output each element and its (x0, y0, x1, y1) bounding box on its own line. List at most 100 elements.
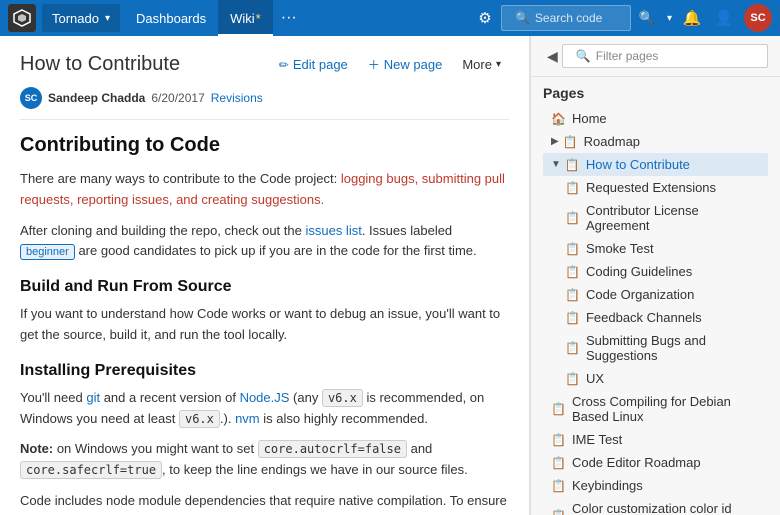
final-para: Code includes node module dependencies t… (20, 491, 509, 515)
article-main-heading: Contributing to Code (20, 134, 509, 157)
beginner-badge: beginner (20, 244, 75, 260)
intro-static: There are many ways to contribute to the… (20, 171, 341, 186)
sidebar-item-ux[interactable]: 📋 UX (543, 367, 768, 390)
project-name: Tornado (52, 11, 99, 26)
roadmap-page-icon: 📋 (563, 135, 578, 149)
sidebar-item-label: Roadmap (584, 134, 640, 149)
sidebar-item-feedback-channels[interactable]: 📋 Feedback Channels (543, 306, 768, 329)
edit-icon: ✏ (279, 58, 289, 72)
search-icon: 🔍 (515, 11, 530, 25)
sidebar-item-label: Coding Guidelines (586, 264, 692, 279)
wiki-modified-indicator: * (256, 11, 261, 26)
revisions-link[interactable]: Revisions (211, 91, 263, 105)
project-selector[interactable]: Tornado ▾ (42, 4, 120, 32)
sidebar-item-label: Code Editor Roadmap (572, 455, 701, 470)
top-nav: Tornado ▾ Dashboards Wiki* ··· ⚙ 🔍 Searc… (0, 0, 780, 36)
sidebar-item-code-editor-roadmap[interactable]: 📋 Code Editor Roadmap (543, 451, 768, 474)
git-link[interactable]: git (86, 390, 100, 405)
sidebar-item-label: Contributor License Agreement (586, 203, 760, 233)
prereq-para: You'll need git and a recent version of … (20, 388, 509, 430)
tab-dashboards[interactable]: Dashboards (124, 0, 218, 36)
more-button[interactable]: More ▾ (454, 53, 509, 76)
pages-title: Pages (543, 85, 768, 101)
nodejs-link[interactable]: Node.JS (240, 390, 290, 405)
pages-section: Pages 🏠 Home ▶ 📋 Roadmap ▼ 📋 How to Cont… (531, 77, 780, 515)
build-para: If you want to understand how Code works… (20, 304, 509, 346)
settings-button[interactable]: ⚙ (469, 2, 501, 34)
sidebar-item-roadmap[interactable]: ▶ 📋 Roadmap (543, 130, 768, 153)
contribute-chevron-icon: ▼ (551, 159, 561, 170)
home-icon: 🏠 (551, 112, 566, 126)
smoke-test-page-icon: 📋 (565, 242, 580, 256)
ime-test-page-icon: 📋 (551, 433, 566, 447)
roadmap-chevron-icon: ▶ (551, 136, 559, 147)
sidebar-item-label: Submitting Bugs and Suggestions (586, 333, 760, 363)
sidebar-item-label: Home (572, 111, 607, 126)
add-icon: ＋ (368, 56, 380, 73)
sidebar-item-label: UX (586, 371, 604, 386)
filter-search-icon: 🔍 (576, 49, 591, 63)
build-heading: Build and Run From Source (20, 278, 509, 296)
sidebar-item-code-organization[interactable]: 📋 Code Organization (543, 283, 768, 306)
new-page-button[interactable]: ＋ New page (360, 52, 451, 77)
sidebar-item-keybindings[interactable]: 📋 Keybindings (543, 474, 768, 497)
search-code-box[interactable]: 🔍 Search code (501, 5, 631, 31)
sidebar-item-label: Code Organization (586, 287, 694, 302)
search-expand-button[interactable]: 🔍 (631, 2, 663, 34)
cross-compile-page-icon: 📋 (551, 402, 566, 416)
prereq-heading: Installing Prerequisites (20, 362, 509, 380)
sidebar-item-label: Feedback Channels (586, 310, 702, 325)
nvm-link[interactable]: nvm (235, 411, 260, 426)
sidebar-item-requested-extensions[interactable]: 📋 Requested Extensions (543, 176, 768, 199)
app-logo[interactable] (8, 4, 36, 32)
author-line: SC Sandeep Chadda 6/20/2017 Revisions (20, 87, 509, 120)
contribute-page-icon: 📋 (565, 158, 580, 172)
article-intro: There are many ways to contribute to the… (20, 169, 509, 211)
sidebar-item-contributor-license[interactable]: 📋 Contributor License Agreement (543, 199, 768, 237)
code-org-page-icon: 📋 (565, 288, 580, 302)
color-custom-page-icon: 📋 (551, 509, 566, 515)
sidebar-item-label: Requested Extensions (586, 180, 716, 195)
filter-placeholder: Filter pages (596, 49, 659, 63)
sidebar-item-label: Smoke Test (586, 241, 654, 256)
page-actions: ✏ Edit page ＋ New page More ▾ (271, 52, 509, 77)
req-ext-page-icon: 📋 (565, 181, 580, 195)
sidebar-collapse-button[interactable]: ◀ (543, 46, 562, 67)
v6x-min-code: v6.x (179, 410, 220, 428)
sidebar-item-smoke-test[interactable]: 📋 Smoke Test (543, 237, 768, 260)
coding-guidelines-page-icon: 📋 (565, 265, 580, 279)
page-title: How to Contribute (20, 53, 180, 76)
contrib-lic-page-icon: 📋 (565, 211, 580, 225)
submitting-page-icon: 📋 (565, 341, 580, 355)
sidebar-item-ime-test[interactable]: 📋 IME Test (543, 428, 768, 451)
v6x-code: v6.x (322, 389, 363, 407)
note-label: Note: (20, 441, 53, 456)
sidebar-item-submitting-bugs[interactable]: 📋 Submitting Bugs and Suggestions (543, 329, 768, 367)
sidebar-item-label: Keybindings (572, 478, 643, 493)
avatar[interactable]: SC (744, 4, 772, 32)
sidebar-item-label: How to Contribute (586, 157, 690, 172)
autocrlf-code: core.autocrlf=false (258, 440, 407, 458)
sidebar-item-label: IME Test (572, 432, 622, 447)
sidebar-item-cross-compiling[interactable]: 📋 Cross Compiling for Debian Based Linux (543, 390, 768, 428)
search-chevron-icon[interactable]: ▾ (663, 13, 676, 24)
note-para: Note: on Windows you might want to set c… (20, 439, 509, 481)
more-nav-button[interactable]: ··· (273, 9, 305, 27)
nav-tabs: Dashboards Wiki* ··· (124, 0, 305, 36)
code-editor-roadmap-page-icon: 📋 (551, 456, 566, 470)
user-profile-button[interactable]: 👤 (708, 2, 740, 34)
edit-page-button[interactable]: ✏ Edit page (271, 53, 356, 76)
article-content: Contributing to Code There are many ways… (20, 134, 509, 515)
sidebar-item-color-customization[interactable]: 📋 Color customization color id changes (543, 497, 768, 515)
tab-wiki[interactable]: Wiki* (218, 0, 273, 36)
sidebar-item-how-to-contribute[interactable]: ▼ 📋 How to Contribute (543, 153, 768, 176)
issues-list-link[interactable]: issues list (305, 223, 361, 238)
safecrlf-code: core.safecrlf=true (20, 461, 162, 479)
keybindings-page-icon: 📋 (551, 479, 566, 493)
author-avatar: SC (20, 87, 42, 109)
author-name: Sandeep Chadda (48, 91, 145, 105)
filter-pages-input[interactable]: 🔍 Filter pages (562, 44, 768, 68)
sidebar-item-coding-guidelines[interactable]: 📋 Coding Guidelines (543, 260, 768, 283)
notifications-button[interactable]: 🔔 (676, 2, 708, 34)
sidebar-item-home[interactable]: 🏠 Home (543, 107, 768, 130)
